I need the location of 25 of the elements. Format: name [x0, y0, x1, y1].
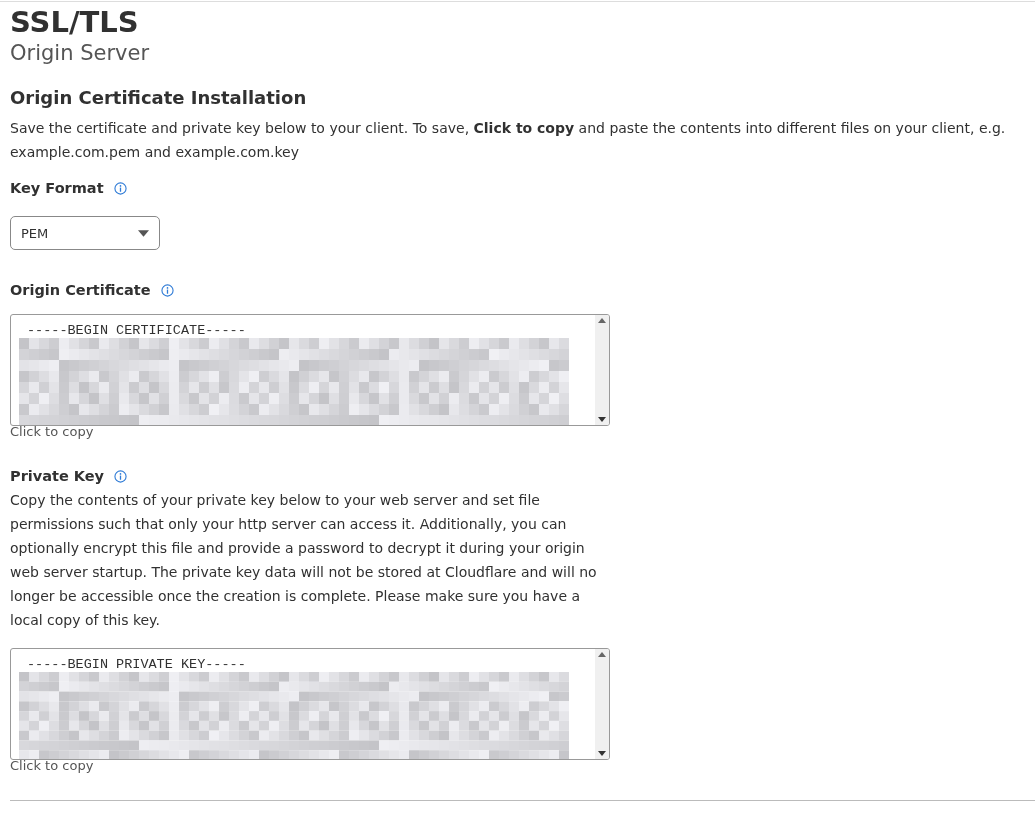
- copy-hint[interactable]: Click to copy: [10, 424, 94, 440]
- field-label: Origin Certificate: [10, 282, 151, 298]
- private-key-textarea[interactable]: -----BEGIN PRIVATE KEY-----: [10, 648, 610, 760]
- page-title: SSL/TLS: [10, 4, 140, 40]
- page-subtitle: Origin Server: [10, 40, 150, 66]
- field-label: Private Key: [10, 468, 105, 484]
- field-label: Key Format: [10, 180, 104, 196]
- private-key-text: -----BEGIN PRIVATE KEY-----: [26, 657, 247, 672]
- key-format-dropdown[interactable]: PEM: [10, 216, 160, 250]
- scroll-down-icon[interactable]: [598, 751, 606, 756]
- scroll-down-icon[interactable]: [598, 417, 606, 422]
- scrollbar[interactable]: [595, 649, 609, 759]
- intro-text: Save the certificate and private key below to your client. To save, Click to copy and paste the contents into different files on your client, e.g. example.com.pem and example.com.key: [10, 119, 1007, 162]
- scroll-up-icon[interactable]: [598, 652, 606, 657]
- info-icon[interactable]: [160, 283, 174, 297]
- section-heading: Origin Certificate Installation: [10, 86, 308, 110]
- scroll-up-icon[interactable]: [598, 318, 606, 323]
- private-key-description: Copy the contents of your private key below to your web server and set file permissions such that only your http server can access it. Additionally, you can optionally encrypt this file and provide a password to decrypt it during your origin web server startup. The private key data will not be stored at Cloudflare and will no longer be accessible once the creation is complete. Please make sure you have a local copy of this key.: [10, 491, 598, 630]
- certificate-textarea[interactable]: -----BEGIN CERTIFICATE-----: [10, 314, 610, 426]
- caret-icon: [138, 229, 149, 237]
- certificate-text: -----BEGIN CERTIFICATE-----: [26, 323, 247, 338]
- scrollbar[interactable]: [595, 315, 609, 425]
- info-icon[interactable]: [113, 181, 127, 195]
- info-icon[interactable]: [114, 469, 128, 483]
- copy-hint[interactable]: Click to copy: [10, 758, 94, 774]
